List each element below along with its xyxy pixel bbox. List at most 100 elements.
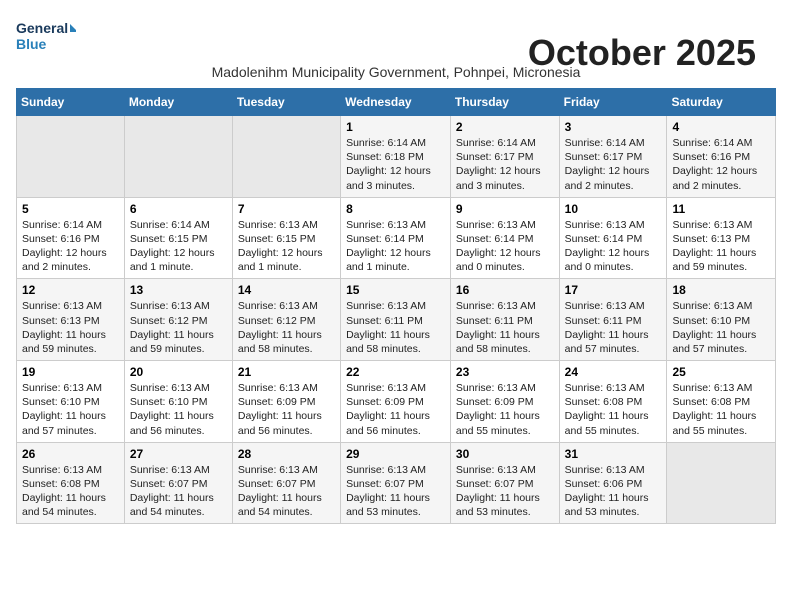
day-cell: 28Sunrise: 6:13 AM Sunset: 6:07 PM Dayli… — [232, 442, 340, 524]
day-info: Sunrise: 6:13 AM Sunset: 6:14 PM Dayligh… — [456, 218, 554, 275]
top-area: General Blue October 2025 — [16, 16, 776, 56]
day-cell: 21 Sunrise: 6:13 AM Sunset: 6:09 PM Dayli… — [232, 361, 340, 443]
header-row: SundayMondayTuesdayWednesdayThursdayFrid… — [17, 89, 776, 116]
day-cell — [232, 116, 340, 198]
day-cell: 8 Sunrise: 6:13 AM Sunset: 6:14 PM Daylig… — [341, 197, 451, 279]
day-number: 10 — [565, 202, 662, 216]
day-cell: 14 Sunrise: 6:13 AM Sunset: 6:12 PM Dayli… — [232, 279, 340, 361]
day-info: Sunrise: 6:14 AM Sunset: 6:16 PM Dayligh… — [22, 218, 119, 275]
day-number: 6 — [130, 202, 227, 216]
day-number: 15 — [346, 283, 445, 297]
week-row-5: 26 Sunrise: 6:13 AM Sunset: 6:08 PM Dayli… — [17, 442, 776, 524]
day-cell: 20Sunrise: 6:13 AM Sunset: 6:10 PM Dayli… — [124, 361, 232, 443]
day-number: 4 — [672, 120, 770, 134]
day-info: Sunrise: 6:14 AM Sunset: 6:18 PM Dayligh… — [346, 136, 445, 193]
day-cell: 7 Sunrise: 6:13 AM Sunset: 6:15 PM Daylig… — [232, 197, 340, 279]
day-number: 29 — [346, 447, 445, 461]
day-cell: 17 Sunrise: 6:13 AM Sunset: 6:11 PM Dayli… — [559, 279, 667, 361]
day-cell: 10 Sunrise: 6:13 AM Sunset: 6:14 PM Dayli… — [559, 197, 667, 279]
day-info: Sunrise: 6:14 AM Sunset: 6:16 PM Dayligh… — [672, 136, 770, 193]
day-info: Sunrise: 6:13 AM Sunset: 6:10 PM Dayligh… — [672, 299, 770, 356]
day-info: Sunrise: 6:13 AM Sunset: 6:08 PM Dayligh… — [565, 381, 662, 438]
day-info: Sunrise: 6:13 AM Sunset: 6:07 PM Dayligh… — [346, 463, 445, 520]
svg-text:Blue: Blue — [16, 36, 47, 52]
day-number: 24 — [565, 365, 662, 379]
day-info: Sunrise: 6:13 AM Sunset: 6:09 PM Dayligh… — [456, 381, 554, 438]
day-info: Sunrise: 6:13 AM Sunset: 6:09 PM Dayligh… — [346, 381, 445, 438]
svg-text:General: General — [16, 20, 68, 36]
day-number: 17 — [565, 283, 662, 297]
day-cell: 15Sunrise: 6:13 AM Sunset: 6:11 PM Dayli… — [341, 279, 451, 361]
day-info: Sunrise: 6:14 AM Sunset: 6:17 PM Dayligh… — [456, 136, 554, 193]
week-row-4: 19 Sunrise: 6:13 AM Sunset: 6:10 PM Dayli… — [17, 361, 776, 443]
month-title: October 2025 — [528, 32, 756, 74]
day-info: Sunrise: 6:14 AM Sunset: 6:15 PM Dayligh… — [130, 218, 227, 275]
day-cell — [124, 116, 232, 198]
day-info: Sunrise: 6:13 AM Sunset: 6:10 PM Dayligh… — [130, 381, 227, 438]
day-info: Sunrise: 6:13 AM Sunset: 6:13 PM Dayligh… — [22, 299, 119, 356]
day-number: 9 — [456, 202, 554, 216]
day-number: 11 — [672, 202, 770, 216]
day-number: 31 — [565, 447, 662, 461]
day-number: 22 — [346, 365, 445, 379]
day-info: Sunrise: 6:13 AM Sunset: 6:12 PM Dayligh… — [238, 299, 335, 356]
day-cell: 23 Sunrise: 6:13 AM Sunset: 6:09 PM Dayli… — [450, 361, 559, 443]
day-cell — [667, 442, 776, 524]
day-number: 14 — [238, 283, 335, 297]
day-number: 13 — [130, 283, 227, 297]
day-number: 23 — [456, 365, 554, 379]
day-cell: 25 Sunrise: 6:13 AM Sunset: 6:08 PM Dayli… — [667, 361, 776, 443]
header-day-thursday: Thursday — [450, 89, 559, 116]
day-cell: 5 Sunrise: 6:14 AM Sunset: 6:16 PM Daylig… — [17, 197, 125, 279]
day-info: Sunrise: 6:13 AM Sunset: 6:15 PM Dayligh… — [238, 218, 335, 275]
day-info: Sunrise: 6:13 AM Sunset: 6:07 PM Dayligh… — [238, 463, 335, 520]
day-info: Sunrise: 6:13 AM Sunset: 6:14 PM Dayligh… — [346, 218, 445, 275]
day-number: 18 — [672, 283, 770, 297]
day-number: 21 — [238, 365, 335, 379]
logo-svg: General Blue — [16, 16, 76, 56]
day-cell: 29 Sunrise: 6:13 AM Sunset: 6:07 PM Dayli… — [341, 442, 451, 524]
day-cell: 31Sunrise: 6:13 AM Sunset: 6:06 PM Dayli… — [559, 442, 667, 524]
day-number: 25 — [672, 365, 770, 379]
calendar-table: SundayMondayTuesdayWednesdayThursdayFrid… — [16, 88, 776, 524]
day-cell: 1 Sunrise: 6:14 AM Sunset: 6:18 PM Daylig… — [341, 116, 451, 198]
day-info: Sunrise: 6:13 AM Sunset: 6:10 PM Dayligh… — [22, 381, 119, 438]
day-cell — [17, 116, 125, 198]
week-row-3: 12 Sunrise: 6:13 AM Sunset: 6:13 PM Dayli… — [17, 279, 776, 361]
day-cell: 12 Sunrise: 6:13 AM Sunset: 6:13 PM Dayli… — [17, 279, 125, 361]
day-info: Sunrise: 6:13 AM Sunset: 6:08 PM Dayligh… — [22, 463, 119, 520]
title-section: October 2025 — [528, 32, 756, 74]
header-day-wednesday: Wednesday — [341, 89, 451, 116]
day-cell: 16 Sunrise: 6:13 AM Sunset: 6:11 PM Dayli… — [450, 279, 559, 361]
day-cell: 3 Sunrise: 6:14 AM Sunset: 6:17 PM Daylig… — [559, 116, 667, 198]
day-info: Sunrise: 6:13 AM Sunset: 6:09 PM Dayligh… — [238, 381, 335, 438]
day-number: 16 — [456, 283, 554, 297]
day-number: 27 — [130, 447, 227, 461]
day-info: Sunrise: 6:13 AM Sunset: 6:11 PM Dayligh… — [565, 299, 662, 356]
header-day-tuesday: Tuesday — [232, 89, 340, 116]
week-row-1: 1 Sunrise: 6:14 AM Sunset: 6:18 PM Daylig… — [17, 116, 776, 198]
day-number: 19 — [22, 365, 119, 379]
day-info: Sunrise: 6:13 AM Sunset: 6:07 PM Dayligh… — [456, 463, 554, 520]
day-cell: 9 Sunrise: 6:13 AM Sunset: 6:14 PM Daylig… — [450, 197, 559, 279]
day-info: Sunrise: 6:13 AM Sunset: 6:12 PM Dayligh… — [130, 299, 227, 356]
day-number: 3 — [565, 120, 662, 134]
day-info: Sunrise: 6:13 AM Sunset: 6:13 PM Dayligh… — [672, 218, 770, 275]
day-cell: 4 Sunrise: 6:14 AM Sunset: 6:16 PM Daylig… — [667, 116, 776, 198]
day-number: 8 — [346, 202, 445, 216]
day-number: 1 — [346, 120, 445, 134]
day-info: Sunrise: 6:13 AM Sunset: 6:08 PM Dayligh… — [672, 381, 770, 438]
day-number: 5 — [22, 202, 119, 216]
day-cell: 27Sunrise: 6:13 AM Sunset: 6:07 PM Dayli… — [124, 442, 232, 524]
day-info: Sunrise: 6:14 AM Sunset: 6:17 PM Dayligh… — [565, 136, 662, 193]
day-cell: 13 Sunrise: 6:13 AM Sunset: 6:12 PM Dayli… — [124, 279, 232, 361]
day-cell: 22 Sunrise: 6:13 AM Sunset: 6:09 PM Dayli… — [341, 361, 451, 443]
day-info: Sunrise: 6:13 AM Sunset: 6:11 PM Dayligh… — [456, 299, 554, 356]
header-day-saturday: Saturday — [667, 89, 776, 116]
day-number: 26 — [22, 447, 119, 461]
day-cell: 6 Sunrise: 6:14 AM Sunset: 6:15 PM Daylig… — [124, 197, 232, 279]
day-number: 12 — [22, 283, 119, 297]
day-info: Sunrise: 6:13 AM Sunset: 6:14 PM Dayligh… — [565, 218, 662, 275]
day-cell: 11 Sunrise: 6:13 AM Sunset: 6:13 PM Dayli… — [667, 197, 776, 279]
day-number: 7 — [238, 202, 335, 216]
